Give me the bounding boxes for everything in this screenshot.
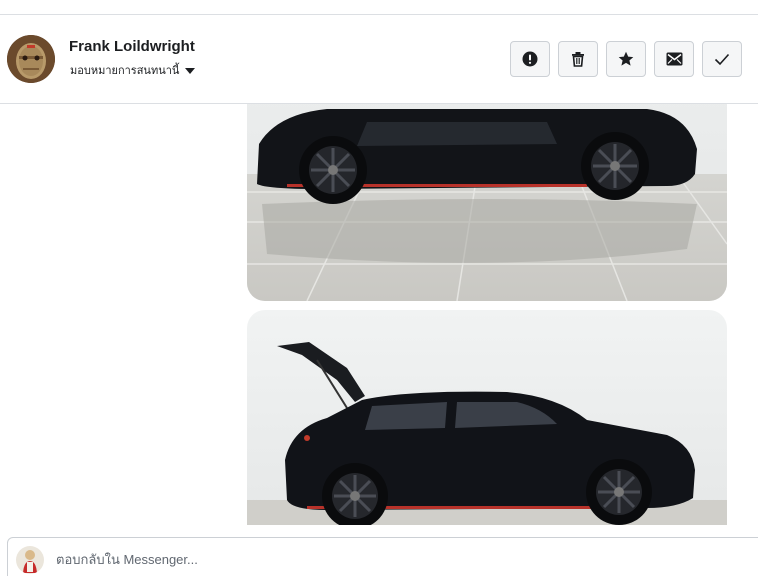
mark-done-button[interactable] — [702, 41, 742, 77]
star-button[interactable] — [606, 41, 646, 77]
page-avatar — [16, 546, 44, 574]
delete-button[interactable] — [558, 41, 598, 77]
reply-input[interactable] — [56, 552, 656, 567]
message-photo-car-side[interactable] — [247, 104, 727, 301]
assign-label: มอบหมายการสนทนานี้ — [70, 65, 180, 77]
contact-name: Frank Loildwright — [69, 38, 195, 55]
trash-icon — [572, 52, 584, 67]
contact-avatar[interactable] — [7, 35, 55, 83]
alert-icon — [522, 51, 538, 67]
reply-composer[interactable] — [7, 537, 758, 576]
envelope-icon — [666, 52, 682, 66]
conversation-actions — [510, 41, 742, 77]
mark-spam-button[interactable] — [510, 41, 550, 77]
assign-conversation-dropdown[interactable]: มอบหมายการสนทนานี้ — [70, 61, 196, 79]
top-strip — [0, 0, 758, 15]
message-thread[interactable] — [0, 104, 758, 525]
checkmark-icon — [714, 53, 730, 66]
composer-separator — [0, 525, 758, 535]
conversation-header: Frank Loildwright มอบหมายการสนทนานี้ — [0, 16, 758, 104]
message-photo-car-tailgate[interactable] — [247, 310, 727, 525]
mark-unread-button[interactable] — [654, 41, 694, 77]
star-icon — [618, 51, 634, 66]
chevron-down-icon — [185, 67, 196, 74]
